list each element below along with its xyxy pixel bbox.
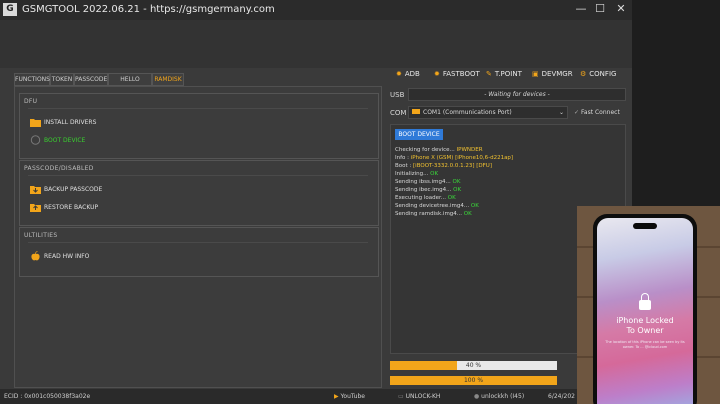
lock-icon <box>639 293 651 310</box>
ramdisk-panel: DFU INSTALL DRIVERS BOOT DEVICE PASSCODE… <box>14 86 382 388</box>
youtube-icon: ▶ <box>334 393 339 400</box>
unlock-kh-label: UNLOCK-KH <box>405 393 441 400</box>
log-line: Sending ibss.img4... OK <box>395 179 461 185</box>
utilities-title: ULTILITIES <box>24 232 58 239</box>
unlock-kh-link[interactable]: ▭ UNLOCK-KH <box>398 393 440 400</box>
status-bar: ECID : 0x001c050038f3a02e ▶ YouTube ▭ UN… <box>0 389 632 404</box>
tab-token[interactable]: TOKEN <box>50 73 74 86</box>
title-bar: G GSMGTOOL 2022.06.21 - https://gsmgerma… <box>0 0 632 20</box>
progress-bar-1: 40 % <box>390 361 557 370</box>
restore-backup-label: RESTORE BACKUP <box>44 204 99 211</box>
dfu-section: DFU INSTALL DRIVERS BOOT DEVICE <box>19 93 379 159</box>
backup-passcode-label: BACKUP PASSCODE <box>44 186 103 193</box>
iphone-screen: iPhone Locked To Owner The location of t… <box>597 218 693 404</box>
log-line: Checking for device... IPWNDER <box>395 147 483 153</box>
close-button[interactable]: ✕ <box>611 2 631 15</box>
backup-icon <box>30 186 41 194</box>
ecid-text: ECID : 0x001c050038f3a02e <box>4 393 91 400</box>
monitor-icon: ▭ <box>398 393 404 400</box>
com-select[interactable]: COM1 (Communications Port) ⌄ <box>408 106 568 119</box>
dfu-title: DFU <box>24 98 38 105</box>
user-icon: ● <box>474 393 480 400</box>
tab-functions[interactable]: FUNCTIONS <box>14 73 50 86</box>
youtube-link[interactable]: ▶ YouTube <box>334 393 365 400</box>
tab-hello-screen[interactable]: HELLO SCREEN <box>108 73 152 94</box>
port-icon <box>412 109 420 114</box>
utilities-section: ULTILITIES READ HW INFO <box>19 227 379 277</box>
divider <box>28 242 368 243</box>
log-line: Boot : [iBOOT-3332.0.0.1.23] [DFU] <box>395 163 492 169</box>
iphone-device: iPhone Locked To Owner The location of t… <box>593 214 697 404</box>
divider <box>28 108 368 109</box>
apple-icon <box>31 251 40 261</box>
app-logo-icon: G <box>3 3 17 16</box>
log-line: Info : iPhone X (GSM) [iPhone10,6-d221ap… <box>395 155 514 161</box>
progress-bar-2: 100 % <box>390 376 557 385</box>
locked-title-line2: To Owner <box>626 326 664 335</box>
tab-passcode[interactable]: PASSCODE <box>74 73 108 86</box>
pin-icon: ✎ <box>486 70 492 78</box>
usb-select[interactable]: - Waiting for devices - <box>408 88 626 101</box>
device-manager-icon: ▣ <box>532 70 539 78</box>
devmgr-button[interactable]: ▣ DEVMGR <box>532 70 573 78</box>
log-line: Sending ibec.img4... OK <box>395 187 462 193</box>
com-value: COM1 (Communications Port) <box>423 109 512 116</box>
progress-label: 40 % <box>465 362 482 369</box>
toolbar: ✹ ADB ✹ FASTBOOT ✎ T.POINT ▣ DEVMGR ⚙ CONFIG <box>390 66 630 84</box>
date-text: 6/24/202 <box>548 393 575 400</box>
fast-connect-checkbox[interactable]: ✓ Fast Connect <box>574 109 620 116</box>
header-band <box>0 20 632 68</box>
config-button[interactable]: ⚙ CONFIG <box>580 70 616 78</box>
locked-title-line1: iPhone Locked <box>616 316 674 325</box>
log-line: Executing loader... OK <box>395 195 456 201</box>
folder-icon <box>30 119 41 127</box>
adb-label: ADB <box>404 70 420 78</box>
progress-label: 100 % <box>463 377 484 384</box>
com-label: COM <box>390 109 407 117</box>
checkmark-icon: ✓ <box>574 109 580 116</box>
youtube-label: YouTube <box>340 393 365 400</box>
unlockkh-user[interactable]: ● unlockkh (I45) <box>474 393 524 400</box>
usb-label: USB <box>390 91 405 99</box>
window-title: GSMGTOOL 2022.06.21 - https://gsmgermany… <box>22 4 275 15</box>
tab-ramdisk[interactable]: RAMDISK <box>152 73 184 86</box>
fastboot-button[interactable]: ✹ FASTBOOT <box>434 70 480 78</box>
adb-button[interactable]: ✹ ADB <box>396 70 420 78</box>
gsmgtool-window: G GSMGTOOL 2022.06.21 - https://gsmgerma… <box>0 0 632 404</box>
spinner-icon <box>30 135 41 145</box>
unlockkh-label: unlockkh (I45) <box>481 393 525 400</box>
android-icon: ✹ <box>396 70 402 78</box>
log-line: Sending devicetree.img4... OK <box>395 203 479 209</box>
divider <box>28 175 368 176</box>
restore-icon <box>30 204 41 212</box>
read-hw-info-label: READ HW INFO <box>44 253 90 260</box>
install-drivers-label: INSTALL DRIVERS <box>44 119 97 126</box>
log-line: Sending ramdisk.img4... OK <box>395 211 472 217</box>
lightning-icon: ✹ <box>434 70 440 78</box>
devmgr-label: DEVMGR <box>541 70 573 78</box>
locked-description: The location of this iPhone can be seen … <box>605 340 685 349</box>
log-line: Initializing... OK <box>395 171 439 177</box>
tpoint-button[interactable]: ✎ T.POINT <box>486 70 522 78</box>
maximize-button[interactable]: ☐ <box>590 2 610 15</box>
tpoint-label: T.POINT <box>494 70 522 78</box>
boot-device-log-button[interactable]: BOOT DEVICE <box>395 129 443 140</box>
phone-camera-overlay: iPhone Locked To Owner The location of t… <box>577 206 720 404</box>
dynamic-island <box>633 223 657 229</box>
config-label: CONFIG <box>589 70 617 78</box>
fast-connect-label: Fast Connect <box>581 109 620 116</box>
chevron-down-icon: ⌄ <box>558 109 564 116</box>
passcode-section: PASSCODE/DISABLED BACKUP PASSCODE RESTOR… <box>19 160 379 226</box>
fastboot-label: FASTBOOT <box>442 70 480 78</box>
boot-device-label: BOOT DEVICE <box>44 137 86 144</box>
gear-icon: ⚙ <box>580 70 587 78</box>
passcode-title: PASSCODE/DISABLED <box>24 165 94 172</box>
minimize-button[interactable]: — <box>571 2 591 15</box>
